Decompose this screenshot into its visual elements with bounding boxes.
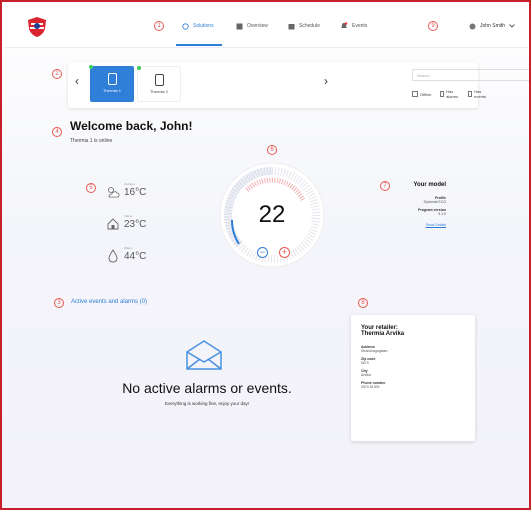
welcome-title: Welcome back, John! xyxy=(70,119,193,133)
annotation-6: 6 xyxy=(267,145,277,155)
nav-solutions-label: Solutions xyxy=(193,23,214,29)
model-title: Your model xyxy=(413,182,446,188)
weather-indoor: Indoor 23°C xyxy=(106,214,147,231)
annotation-1: 1 xyxy=(154,21,164,31)
weather-label: Water xyxy=(124,246,132,250)
nav-events-label: Events xyxy=(352,23,368,29)
thermostat-device-icon xyxy=(154,74,164,86)
nav-schedule-label: Schedule xyxy=(299,23,320,29)
active-events-link[interactable]: Active events and alarms (0) xyxy=(71,299,147,305)
bell-icon xyxy=(341,22,348,28)
filter-has-alarms[interactable]: Has alarms xyxy=(439,89,460,99)
nav-overview[interactable]: Overview xyxy=(236,18,268,34)
filter-label: Has events xyxy=(474,89,486,99)
weather-label: Indoor xyxy=(124,214,133,218)
user-name: John Smith xyxy=(480,23,506,29)
thermostat-device-icon xyxy=(107,73,117,85)
filter-label: Offline xyxy=(420,91,432,97)
chevron-left-icon[interactable]: ‹ xyxy=(75,74,79,88)
checkbox[interactable] xyxy=(439,91,445,97)
nav-overview-label: Overview xyxy=(247,23,268,29)
city-value: Arvika xyxy=(361,373,371,377)
chevron-right-icon[interactable]: › xyxy=(324,74,328,88)
online-indicator xyxy=(137,66,141,70)
annotation-2: 2 xyxy=(52,69,62,79)
device-card-thermia-1[interactable]: Thermia 1 xyxy=(89,65,134,102)
calendar-icon xyxy=(288,23,295,29)
annotation-4: 4 xyxy=(52,127,62,137)
annotation-8: 8 xyxy=(358,298,368,308)
nav-events[interactable]: Events xyxy=(340,18,367,34)
program-version-value: 9.1.0 xyxy=(438,212,446,216)
retailer-name: Thermia Arvika xyxy=(361,331,405,337)
empty-state-title: No active alarms or events. xyxy=(122,380,292,396)
empty-state-subtitle: Everything is working fine, enjoy your d… xyxy=(164,401,250,406)
filter-has-events[interactable]: Has events xyxy=(467,89,488,99)
weather-value: 23°C xyxy=(124,218,147,230)
partly-cloudy-icon xyxy=(108,187,120,198)
checkbox[interactable] xyxy=(412,91,418,97)
top-navigation: 1 Solutions Overview Schedule Events 9 J… xyxy=(4,4,529,48)
weather-value: 16°C xyxy=(124,186,147,198)
zip-value: 6670 xyxy=(361,361,369,365)
device-label: Thermia 2 xyxy=(149,89,168,94)
filter-label: Has alarms xyxy=(446,89,459,99)
house-icon xyxy=(107,218,119,230)
search-input[interactable]: Search xyxy=(412,69,529,81)
decrease-temperature-button[interactable]: − xyxy=(257,247,268,258)
thermostat-selector: ‹ Thermia 1 Thermia 2 › Search Offline H… xyxy=(68,62,529,108)
checkbox[interactable] xyxy=(467,91,473,97)
filter-checkboxes: Offline Has alarms Has events xyxy=(412,89,487,99)
model-info: Your model Profile Diplomat ECO Program … xyxy=(372,182,446,227)
increase-temperature-button[interactable]: + xyxy=(279,247,290,258)
online-status: Thermia 1 is online xyxy=(70,138,113,144)
temperature-dial[interactable]: 22 − + xyxy=(217,160,327,270)
show-details-link[interactable]: Show Details xyxy=(372,223,446,227)
weather-value: 44°C xyxy=(124,250,147,262)
shield-logo-icon[interactable] xyxy=(26,16,48,38)
app-frame: 1 Solutions Overview Schedule Events 9 J… xyxy=(0,0,531,510)
chevron-down-icon xyxy=(509,24,515,28)
current-temperature: 22 xyxy=(258,201,286,228)
annotation-5: 5 xyxy=(86,183,96,193)
thermostat-icon xyxy=(182,22,189,30)
active-tab-indicator xyxy=(176,44,222,46)
retailer-card: Your retailer: Thermia Arvika Address St… xyxy=(351,315,475,441)
nav-solutions[interactable]: Solutions xyxy=(182,18,214,34)
annotation-9: 9 xyxy=(428,21,438,31)
phone-value: 0570 81300 xyxy=(361,385,380,389)
user-menu[interactable]: John Smith xyxy=(469,18,515,34)
nav-schedule[interactable]: Schedule xyxy=(288,18,320,34)
annotation-3: 3 xyxy=(54,298,64,308)
weather-label: Outdoor xyxy=(124,182,135,186)
filter-offline[interactable]: Offline xyxy=(412,89,432,99)
weather-water: Water 44°C xyxy=(106,246,147,263)
device-label: Thermia 1 xyxy=(102,88,121,93)
envelope-icon xyxy=(186,340,222,370)
water-drop-icon xyxy=(108,249,118,263)
grid-icon xyxy=(236,23,243,29)
weather-outdoor: Outdoor 16°C xyxy=(106,182,147,199)
profile-value: Diplomat ECO xyxy=(423,200,446,204)
online-indicator xyxy=(89,65,93,69)
address-value: Strandvagsgatan xyxy=(361,349,388,353)
avatar-icon xyxy=(469,23,476,29)
device-card-thermia-2[interactable]: Thermia 2 xyxy=(137,66,181,102)
